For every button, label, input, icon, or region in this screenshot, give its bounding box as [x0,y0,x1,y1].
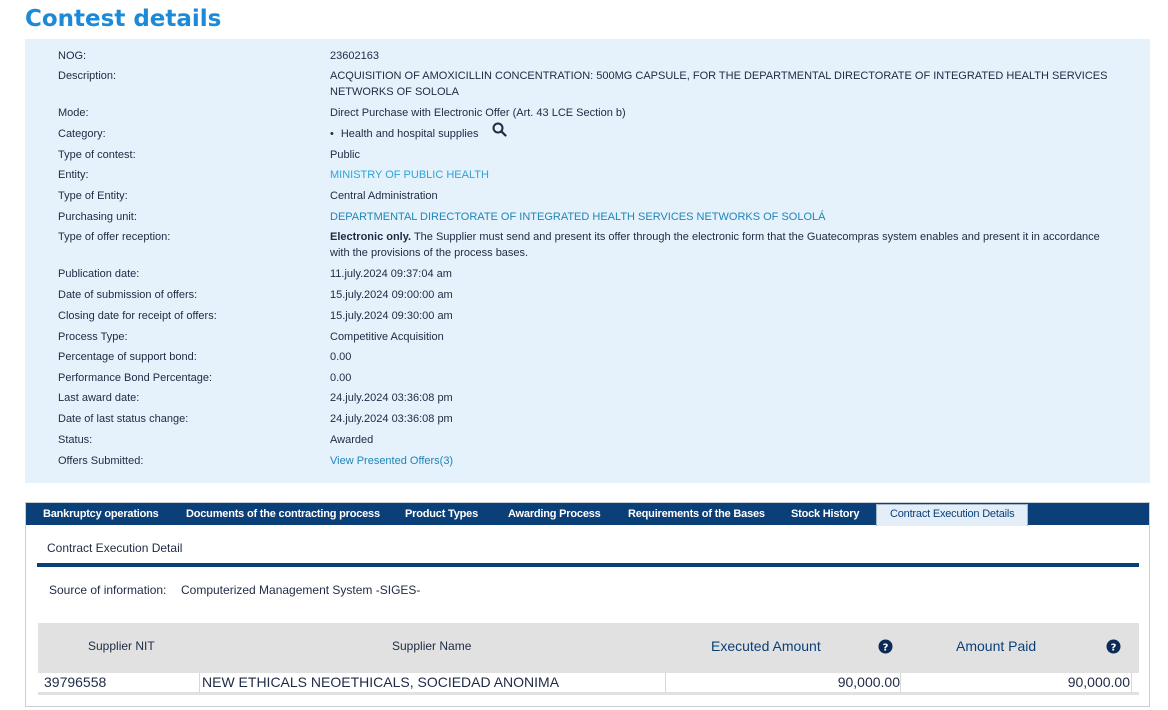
tab-stock-history[interactable]: Stock History [791,503,860,525]
supplier-nit-cell: 39796558 [44,674,107,690]
section-title: Contract Execution Detail [47,541,183,555]
contract-execution-panel: Bankruptcy operations Documents of the c… [25,502,1150,707]
execution-table-header: Supplier NIT Supplier Name Executed Amou… [38,623,1139,673]
detail-value: ACQUISITION OF AMOXICILLIN CONCENTRATION… [330,70,1108,98]
detail-label: NOG: [58,50,87,62]
table-row: 39796558 NEW ETHICALS NEOETHICALS, SOCIE… [38,673,1139,695]
entity-link[interactable]: MINISTRY OF PUBLIC HEALTH [330,167,1120,183]
executed-amount-cell: 90,000.00 [665,673,900,692]
detail-label: Type of Entity: [58,190,128,202]
detail-label: Closing date for receipt of offers: [58,310,217,322]
detail-label: Type of offer reception: [58,231,171,243]
tab-requirements[interactable]: Requirements of the Bases [628,503,765,525]
source-value: Computerized Management System -SIGES- [181,583,421,597]
detail-label: Offers Submitted: [58,455,144,467]
bullet: • [330,128,334,140]
column-header-executed-amount: Executed Amount [711,638,821,654]
detail-label: Purchasing unit: [58,211,137,223]
detail-label: Publication date: [58,268,140,280]
detail-label: Mode: [58,107,89,119]
detail-value: Direct Purchase with Electronic Offer (A… [330,107,626,119]
detail-label: Process Type: [58,331,128,343]
detail-value: 0.00 [330,372,352,384]
tab-product-types[interactable]: Product Types [405,503,478,525]
column-header-supplier-nit: Supplier NIT [88,639,155,653]
category-value: Health and hospital supplies [340,128,479,140]
column-header-amount-paid: Amount Paid [956,638,1037,654]
tab-bar: Bankruptcy operations Documents of the c… [26,503,1149,526]
detail-value: 23602163 [330,50,379,62]
detail-label: Type of contest: [58,149,136,161]
supplier-name-cell: NEW ETHICALS NEOETHICALS, SOCIEDAD ANONI… [199,673,665,692]
detail-label: Category: [58,128,106,140]
contest-details-panel: NOG: 23602163 Description: ACQUISITION O… [25,39,1150,483]
page-title: Contest details [25,6,222,32]
tab-contract-execution-details[interactable]: Contract Execution Details [876,504,1029,526]
question-circle-icon[interactable]: ? [878,639,893,654]
row-end-divider [1131,673,1132,692]
detail-label: Percentage of support bond: [58,351,197,363]
amount-paid-cell: 90,000.00 [900,673,1130,692]
detail-label: Entity: [58,169,89,181]
detail-value: 11.july.2024 09:37:04 am [330,268,452,280]
tab-awarding-process[interactable]: Awarding Process [508,503,601,525]
detail-value: Competitive Acquisition [330,331,444,343]
detail-value: Public [330,149,360,161]
detail-value: 15.july.2024 09:00:00 am [330,289,453,301]
detail-value: 24.july.2024 03:36:08 pm [330,392,453,404]
tab-documents[interactable]: Documents of the contracting process [186,503,380,525]
detail-label: Description: [58,70,117,82]
search-icon[interactable] [492,122,507,142]
question-circle-icon[interactable]: ? [1106,639,1121,654]
detail-value: Central Administration [330,190,438,202]
offer-reception-emphasis: Electronic only. [330,231,412,243]
offer-reception-text: The Supplier must send and present its o… [330,231,1100,259]
section-divider [37,563,1139,567]
detail-value: 24.july.2024 03:36:08 pm [330,413,453,425]
status-value: Awarded [330,434,374,446]
source-label: Source of information: [49,583,167,597]
detail-value: 15.july.2024 09:30:00 am [330,310,453,322]
svg-text:?: ? [1111,643,1117,654]
detail-label: Status: [58,434,93,446]
column-header-supplier-name: Supplier Name [392,639,472,653]
detail-label: Date of submission of offers: [58,289,198,301]
view-offers-link[interactable]: View Presented Offers(3) [330,453,1120,469]
detail-label: Date of last status change: [58,413,189,425]
detail-value: • Health and hospital supplies [330,122,1120,142]
detail-value: Electronic only. The Supplier must send … [330,229,1120,261]
tab-bankruptcy-operations[interactable]: Bankruptcy operations [43,503,159,525]
detail-label: Last award date: [58,392,140,404]
detail-value: 0.00 [330,351,352,363]
detail-label: Performance Bond Percentage: [58,372,213,384]
purchasing-unit-link[interactable]: DEPARTMENTAL DIRECTORATE OF INTEGRATED H… [330,209,1120,225]
svg-text:?: ? [883,643,889,654]
